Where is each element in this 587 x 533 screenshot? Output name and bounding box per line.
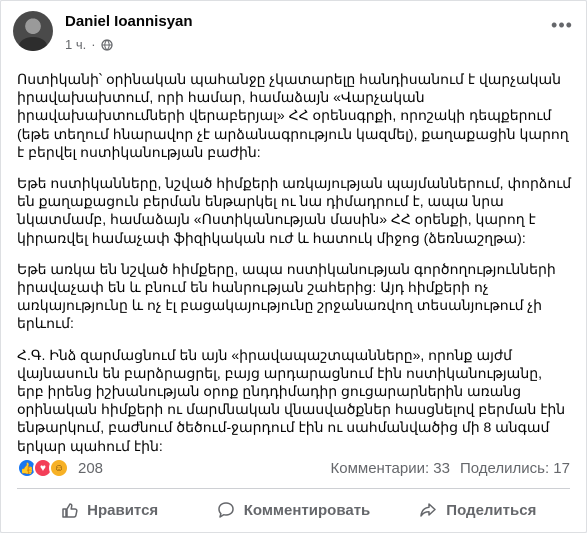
reaction-icons: 👍 ♥ ☺ [17, 458, 71, 478]
post-meta: 1 ч. · [65, 37, 113, 52]
post-body: Ոստիկանի՝ օրինական պահանջը չկատարելը հան… [17, 70, 572, 468]
comment-icon [217, 501, 235, 519]
meta-separator: · [91, 37, 96, 52]
action-divider [17, 488, 570, 489]
facebook-post-card: Daniel Ioannisyan 1 ч. · ••• Ոստիկանի՝ օ… [0, 0, 587, 533]
post-header: Daniel Ioannisyan 1 ч. · ••• [13, 11, 576, 55]
comment-button[interactable]: Комментировать [201, 493, 385, 527]
post-actions: Нравится Комментировать Поделиться [17, 493, 570, 527]
comments-count[interactable]: Комментарии: 33 [331, 460, 451, 477]
like-button[interactable]: Нравится [17, 493, 201, 527]
globe-icon [100, 38, 113, 51]
post-paragraph-3: Եթե առկա են նշված հիմքերը, ապա ոստիկանու… [17, 260, 556, 332]
share-button[interactable]: Поделиться [386, 493, 570, 527]
reaction-count[interactable]: 208 [78, 460, 103, 477]
author-avatar[interactable] [13, 11, 53, 51]
share-button-label: Поделиться [446, 501, 537, 519]
like-button-label: Нравится [87, 501, 159, 519]
haha-reaction-icon: ☺ [49, 458, 69, 478]
post-paragraph-1: Ոստիկանի՝ օրինական պահանջը չկատարելը հան… [17, 71, 569, 160]
more-horizontal-icon[interactable]: ••• [548, 13, 576, 37]
engagement-counts: Комментарии: 33 Поделились: 17 [331, 460, 571, 477]
post-paragraph-2: Եթե ոստիկանները, նշված հիմքերի առկայությ… [17, 175, 572, 246]
thumbs-up-icon [60, 501, 78, 519]
author-name[interactable]: Daniel Ioannisyan [65, 13, 193, 30]
reaction-counter[interactable]: 👍 ♥ ☺ 208 [17, 458, 103, 478]
shares-count[interactable]: Поделились: 17 [460, 460, 570, 477]
reactions-summary: 👍 ♥ ☺ 208 Комментарии: 33 Поделились: 17 [17, 456, 570, 480]
post-paragraph-4: Հ.Գ. Ինձ զարմացնում են այն «իրավապաշտպան… [17, 346, 566, 454]
comment-button-label: Комментировать [243, 501, 371, 519]
post-time[interactable]: 1 ч. [65, 37, 86, 52]
share-icon [419, 501, 437, 519]
